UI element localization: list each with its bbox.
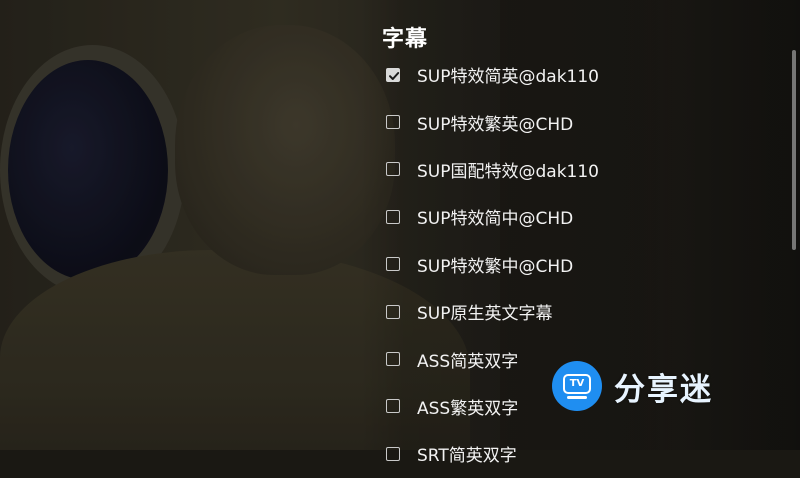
checkbox-unchecked-icon[interactable] [386, 162, 400, 177]
subtitle-option[interactable]: SUP特效简中@CHD [385, 193, 765, 240]
checkbox-unchecked-icon[interactable] [386, 257, 400, 272]
checkbox-unchecked-icon[interactable] [386, 399, 400, 414]
checkbox-unchecked-icon[interactable] [386, 304, 400, 319]
tv-badge-text: TV [569, 378, 585, 389]
tv-logo-icon: TV [552, 361, 602, 411]
subtitle-option[interactable]: SUP特效简英@dak110 [385, 51, 765, 98]
subtitle-option-label: ASS繁英双字 [417, 398, 519, 419]
tv-screen-icon: TV [563, 374, 591, 394]
subtitle-option[interactable]: SUP特效繁中@CHD [385, 241, 765, 288]
subtitle-option-list: SUP特效简英@dak110 SUP特效繁英@CHD SUP国配特效@dak11… [385, 51, 765, 478]
subtitle-option-label: SUP特效繁中@CHD [417, 256, 574, 277]
subtitle-option[interactable]: SRT简英双字 [385, 430, 765, 477]
scrollbar-thumb[interactable] [792, 50, 796, 250]
checkbox-unchecked-icon[interactable] [386, 446, 400, 461]
subtitle-option-label: SRT简英双字 [417, 446, 517, 467]
tv-stand-icon [567, 396, 587, 399]
checkbox-checked-icon[interactable] [386, 67, 400, 82]
subtitle-option-label: SUP国配特效@dak110 [417, 161, 599, 182]
panel-title: 字幕 [382, 27, 429, 52]
subtitle-option-label: SUP原生英文字幕 [417, 304, 553, 325]
subtitle-option-label: ASS简英双字 [417, 351, 519, 372]
watermark-logo: TV 分享迷 [552, 361, 713, 411]
checkbox-unchecked-icon[interactable] [386, 115, 400, 130]
checkbox-unchecked-icon[interactable] [386, 352, 400, 367]
subtitle-option[interactable]: SUP原生英文字幕 [385, 288, 765, 335]
watermark-brand-text: 分享迷 [614, 371, 713, 408]
subtitle-option[interactable]: SUP特效繁英@CHD [385, 98, 765, 145]
subtitle-option-label: SUP特效简中@CHD [417, 209, 574, 230]
subtitle-option-label: SUP特效繁英@CHD [417, 114, 574, 135]
subtitle-option[interactable]: SUP国配特效@dak110 [385, 146, 765, 193]
checkbox-unchecked-icon[interactable] [386, 209, 400, 224]
subtitle-option-label: SUP特效简英@dak110 [417, 67, 599, 88]
